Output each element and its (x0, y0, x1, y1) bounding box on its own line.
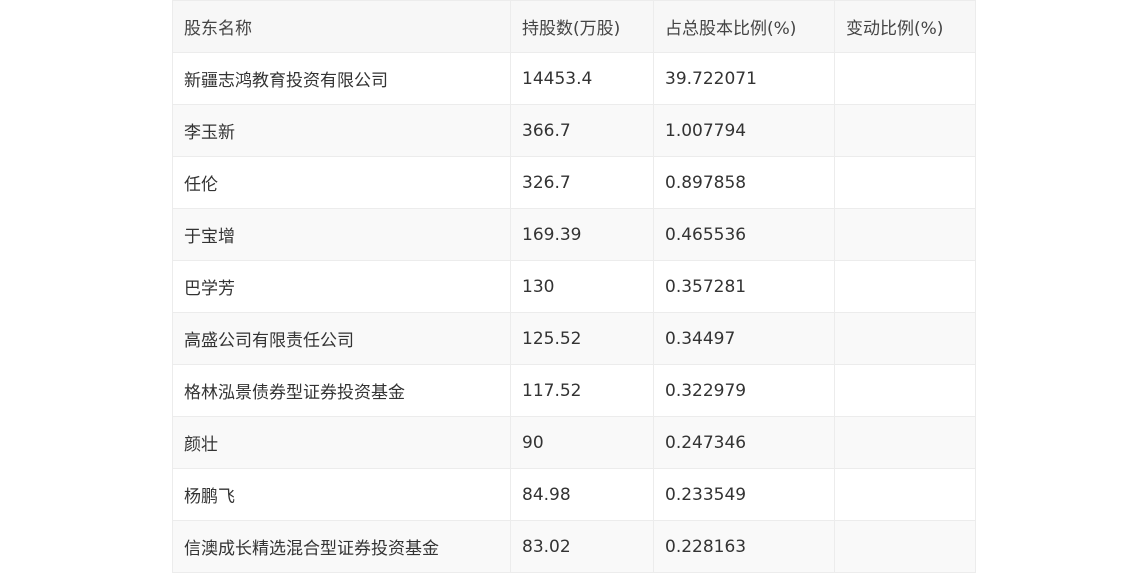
cell-shares-held: 366.7 (510, 104, 654, 157)
table-row: 信澳成长精选混合型证券投资基金 83.02 0.228163 (172, 520, 976, 573)
table-row: 高盛公司有限责任公司 125.52 0.34497 (172, 312, 976, 365)
table-row: 巴学芳 130 0.357281 (172, 260, 976, 313)
cell-shareholder-name: 高盛公司有限责任公司 (172, 312, 511, 365)
cell-shares-held: 326.7 (510, 156, 654, 209)
cell-share-ratio: 0.322979 (653, 364, 835, 417)
header-change-ratio: 变动比例(%) (834, 0, 976, 53)
cell-shareholder-name: 李玉新 (172, 104, 511, 157)
cell-shareholder-name: 格林泓景债券型证券投资基金 (172, 364, 511, 417)
cell-shareholder-name: 新疆志鸿教育投资有限公司 (172, 52, 511, 105)
cell-change-ratio (834, 260, 976, 313)
header-shares-held: 持股数(万股) (510, 0, 654, 53)
cell-shareholder-name: 任伦 (172, 156, 511, 209)
cell-share-ratio: 0.897858 (653, 156, 835, 209)
cell-share-ratio: 0.228163 (653, 520, 835, 573)
table-header-row: 股东名称 持股数(万股) 占总股本比例(%) 变动比例(%) (172, 0, 976, 53)
cell-shareholder-name: 巴学芳 (172, 260, 511, 313)
table-row: 任伦 326.7 0.897858 (172, 156, 976, 209)
cell-shares-held: 14453.4 (510, 52, 654, 105)
cell-share-ratio: 39.722071 (653, 52, 835, 105)
cell-shares-held: 169.39 (510, 208, 654, 261)
cell-change-ratio (834, 208, 976, 261)
cell-shares-held: 117.52 (510, 364, 654, 417)
header-shareholder-name: 股东名称 (172, 0, 511, 53)
table-row: 于宝增 169.39 0.465536 (172, 208, 976, 261)
header-share-ratio: 占总股本比例(%) (653, 0, 835, 53)
table-row: 李玉新 366.7 1.007794 (172, 104, 976, 157)
cell-change-ratio (834, 416, 976, 469)
cell-shares-held: 83.02 (510, 520, 654, 573)
cell-shareholder-name: 杨鹏飞 (172, 468, 511, 521)
cell-share-ratio: 1.007794 (653, 104, 835, 157)
cell-change-ratio (834, 468, 976, 521)
shareholders-table-container: 股东名称 持股数(万股) 占总股本比例(%) 变动比例(%) 新疆志鸿教育投资有… (172, 0, 976, 573)
cell-change-ratio (834, 520, 976, 573)
cell-shareholder-name: 信澳成长精选混合型证券投资基金 (172, 520, 511, 573)
cell-change-ratio (834, 52, 976, 105)
cell-shareholder-name: 颜壮 (172, 416, 511, 469)
shareholders-table: 股东名称 持股数(万股) 占总股本比例(%) 变动比例(%) 新疆志鸿教育投资有… (172, 0, 976, 573)
table-row: 颜壮 90 0.247346 (172, 416, 976, 469)
cell-change-ratio (834, 364, 976, 417)
cell-shares-held: 125.52 (510, 312, 654, 365)
table-row: 新疆志鸿教育投资有限公司 14453.4 39.722071 (172, 52, 976, 105)
cell-shareholder-name: 于宝增 (172, 208, 511, 261)
cell-share-ratio: 0.465536 (653, 208, 835, 261)
cell-share-ratio: 0.357281 (653, 260, 835, 313)
cell-shares-held: 84.98 (510, 468, 654, 521)
cell-shares-held: 130 (510, 260, 654, 313)
cell-change-ratio (834, 312, 976, 365)
cell-share-ratio: 0.247346 (653, 416, 835, 469)
cell-change-ratio (834, 104, 976, 157)
cell-share-ratio: 0.233549 (653, 468, 835, 521)
cell-change-ratio (834, 156, 976, 209)
table-row: 杨鹏飞 84.98 0.233549 (172, 468, 976, 521)
table-row: 格林泓景债券型证券投资基金 117.52 0.322979 (172, 364, 976, 417)
cell-share-ratio: 0.34497 (653, 312, 835, 365)
cell-shares-held: 90 (510, 416, 654, 469)
